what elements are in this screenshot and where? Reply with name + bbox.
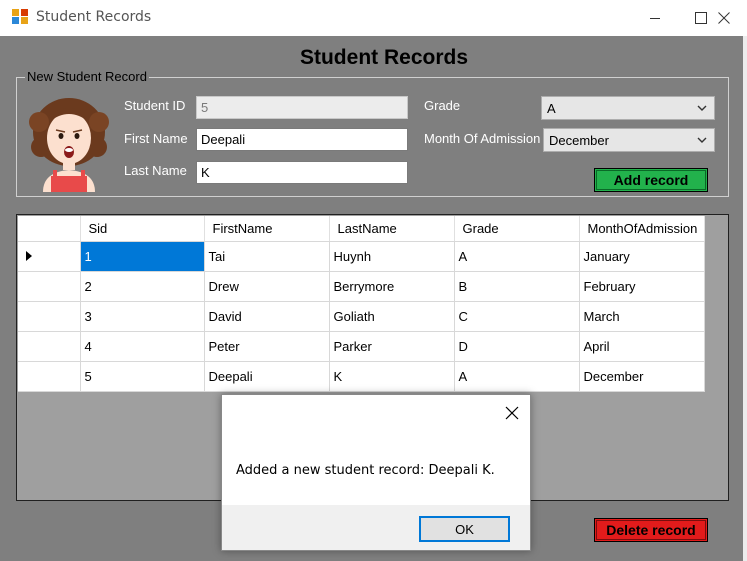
table-cell[interactable]: Huynh	[329, 241, 455, 272]
table-cell[interactable]: C	[454, 301, 580, 332]
table-cell[interactable]: 5	[80, 361, 205, 392]
row-header-corner	[18, 216, 81, 242]
avatar	[29, 98, 109, 192]
student-id-label: Student ID	[124, 98, 186, 113]
table-cell[interactable]: Tai	[204, 241, 330, 272]
table-cell[interactable]: December	[579, 361, 705, 392]
table-cell[interactable]: Goliath	[329, 301, 455, 332]
table-cell[interactable]: B	[454, 271, 580, 302]
table-row[interactable]: 1 Tai Huynh A January	[18, 241, 705, 272]
table-row[interactable]: 3 David Goliath C March	[18, 301, 705, 332]
month-select[interactable]: December	[543, 128, 715, 152]
last-name-label: Last Name	[124, 163, 187, 178]
row-header[interactable]	[18, 331, 81, 362]
row-header[interactable]	[18, 301, 81, 332]
column-header-monthofadmission[interactable]: MonthOfAdmission	[579, 216, 705, 242]
month-label: Month Of Admission	[424, 131, 541, 146]
table-row[interactable]: 5 Deepali K A December	[18, 361, 705, 392]
group-label: New Student Record	[25, 69, 149, 84]
table-cell[interactable]: March	[579, 301, 705, 332]
grade-select[interactable]: A	[541, 96, 715, 120]
table-cell[interactable]: K	[329, 361, 455, 392]
close-icon	[718, 12, 730, 24]
minimize-icon	[650, 18, 660, 19]
records-table: Sid FirstName LastName Grade MonthOfAdmi…	[18, 216, 705, 392]
window-title: Student Records	[36, 9, 152, 25]
add-record-button[interactable]: Add record	[594, 168, 708, 192]
column-header-firstname[interactable]: FirstName	[204, 216, 330, 242]
chevron-down-icon	[697, 105, 707, 111]
table-cell[interactable]: 2	[80, 271, 205, 302]
table-cell[interactable]: David	[204, 301, 330, 332]
close-icon[interactable]	[504, 405, 520, 421]
table-cell[interactable]: Drew	[204, 271, 330, 302]
table-cell[interactable]: A	[454, 241, 580, 272]
table-row[interactable]: 2 Drew Berrymore B February	[18, 271, 705, 302]
table-cell[interactable]: February	[579, 271, 705, 302]
table-cell[interactable]: Berrymore	[329, 271, 455, 302]
column-header-lastname[interactable]: LastName	[329, 216, 455, 242]
first-name-label: First Name	[124, 131, 188, 146]
table-cell[interactable]: 3	[80, 301, 205, 332]
table-header-row: Sid FirstName LastName Grade MonthOfAdmi…	[18, 216, 705, 242]
title-bar[interactable]: Student Records	[0, 0, 747, 36]
grade-label: Grade	[424, 98, 461, 113]
table-cell[interactable]: D	[454, 331, 580, 362]
ok-button[interactable]: OK	[419, 516, 510, 542]
main-window: Student Records Student Records New Stud…	[0, 0, 747, 561]
first-name-field[interactable]: Deepali	[196, 128, 408, 151]
delete-record-button[interactable]: Delete record	[594, 518, 708, 542]
dialog-footer: OK	[222, 505, 530, 550]
row-header[interactable]	[18, 271, 81, 302]
student-id-field[interactable]: 5	[196, 96, 408, 119]
page-title: Student Records	[299, 46, 469, 69]
grade-select-value: A	[547, 101, 556, 116]
table-cell[interactable]: January	[579, 241, 705, 272]
dialog-message: Added a new student record: Deepali K.	[236, 463, 495, 478]
row-header[interactable]	[18, 361, 81, 392]
table-cell[interactable]: A	[454, 361, 580, 392]
current-row-arrow-icon	[26, 251, 32, 261]
last-name-field[interactable]: K	[196, 161, 408, 184]
table-cell[interactable]: Deepali	[204, 361, 330, 392]
table-cell[interactable]: Peter	[204, 331, 330, 362]
minimize-button[interactable]	[632, 0, 678, 36]
window-edge	[743, 36, 747, 561]
app-icon	[12, 9, 30, 25]
column-header-sid[interactable]: Sid	[80, 216, 205, 242]
close-button[interactable]	[701, 0, 747, 36]
table-cell[interactable]: 4	[80, 331, 205, 362]
table-cell[interactable]: 1	[80, 241, 205, 272]
table-cell[interactable]: Parker	[329, 331, 455, 362]
table-row[interactable]: 4 Peter Parker D April	[18, 331, 705, 362]
message-dialog: Added a new student record: Deepali K. O…	[221, 394, 531, 551]
table-cell[interactable]: April	[579, 331, 705, 362]
month-select-value: December	[549, 133, 609, 148]
column-header-grade[interactable]: Grade	[454, 216, 580, 242]
chevron-down-icon	[697, 137, 707, 143]
row-header[interactable]	[18, 241, 81, 272]
